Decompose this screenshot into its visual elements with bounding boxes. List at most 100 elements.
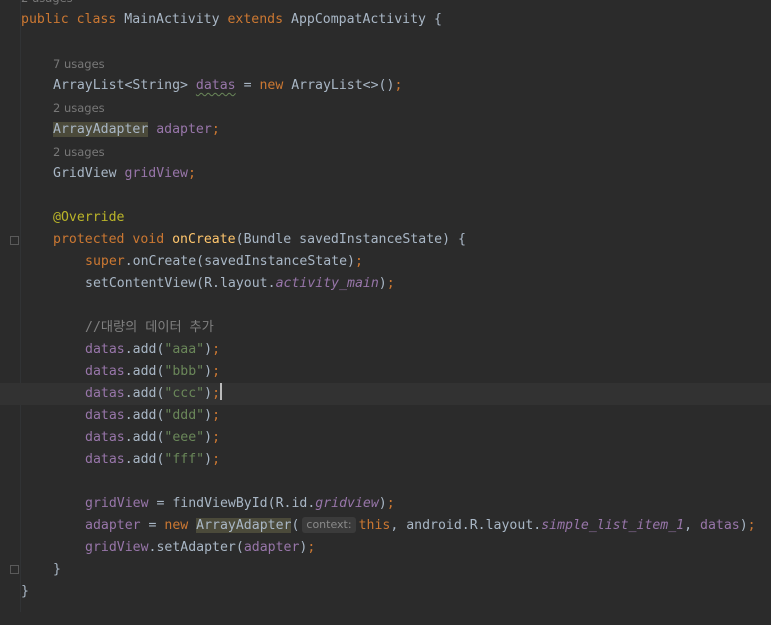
paren: ) <box>204 430 213 445</box>
code-line-adapter: ArrayAdapter adapter; <box>0 119 771 141</box>
semicolon: ; <box>747 518 756 533</box>
method-name: onCreate <box>172 232 236 247</box>
field-ref: gridView <box>85 496 149 511</box>
field-ref: datas <box>85 430 125 445</box>
semicolon: ; <box>212 342 221 357</box>
code-line-class: public class MainActivity extends AppCom… <box>0 9 771 31</box>
field-name: datas <box>195 78 236 93</box>
code-line-add: datas.add("aaa"); <box>0 339 771 361</box>
keyword: this <box>358 518 391 533</box>
paren: ) <box>204 452 213 467</box>
field-name: adapter <box>148 122 212 137</box>
semicolon: ; <box>212 386 221 401</box>
keyword: super <box>85 254 125 269</box>
semicolon: ; <box>212 364 221 379</box>
semicolon: ; <box>212 430 221 445</box>
operator: = <box>140 518 165 533</box>
class-name: MainActivity <box>124 12 220 27</box>
params: (Bundle savedInstanceState) { <box>235 232 466 247</box>
semicolon: ; <box>211 122 220 137</box>
field-ref: datas <box>85 452 125 467</box>
comment: //대량의 데이터 추가 <box>85 320 214 335</box>
method-call: .setAdapter( <box>148 540 244 555</box>
paren: ) <box>204 364 213 379</box>
paren: ( <box>291 518 300 533</box>
code-line-adapter-assign: adapter = new ArrayAdapter(context: this,… <box>0 515 771 537</box>
method-call: .add( <box>124 452 165 467</box>
raw-type-warning[interactable]: ArrayAdapter <box>53 122 149 137</box>
expression: = findViewById(R.id. <box>148 496 316 511</box>
text-caret <box>220 383 222 400</box>
keyword: extends <box>227 12 284 27</box>
expression: .onCreate(savedInstanceState) <box>124 254 355 269</box>
method-call: .add( <box>124 342 165 357</box>
semicolon: ; <box>212 408 221 423</box>
semicolon: ; <box>386 276 395 291</box>
brace: { <box>426 12 442 27</box>
method-call: .add( <box>124 430 165 445</box>
paren: ) <box>739 518 748 533</box>
expression: setContentView(R.layout. <box>85 276 276 291</box>
keyword: protected <box>53 232 125 247</box>
method-call: .add( <box>124 386 165 401</box>
code-line-add: datas.add("ddd"); <box>0 405 771 427</box>
usage-hint[interactable]: 2 usages <box>53 98 105 118</box>
field-ref: datas <box>85 408 125 423</box>
code-line-datas: ArrayList<String> datas = new ArrayList<… <box>0 75 771 97</box>
brace: } <box>21 584 29 599</box>
semicolon: ; <box>188 166 196 181</box>
keyword: class <box>76 12 117 27</box>
semicolon: ; <box>307 540 316 555</box>
semicolon: ; <box>386 496 395 511</box>
usage-hint[interactable]: 2 usages <box>53 142 105 162</box>
method-call: .add( <box>124 408 165 423</box>
static-field: simple_list_item_1 <box>541 518 685 533</box>
keyword: new <box>164 518 197 533</box>
paren: ) <box>378 276 387 291</box>
operator: = <box>235 78 260 93</box>
field-name: gridView <box>124 166 188 181</box>
field-ref: adapter <box>85 518 141 533</box>
usage-hint[interactable]: 7 usages <box>53 54 105 74</box>
field-ref: gridView <box>85 540 149 555</box>
usage-hint[interactable]: 2 usages <box>21 0 73 8</box>
field-ref: datas <box>700 518 740 533</box>
expression: ArrayList<>() <box>283 78 395 93</box>
code-line-close-class: } <box>0 581 771 603</box>
type: ArrayList<String> <box>53 78 196 93</box>
keyword: public <box>21 12 69 27</box>
brace: } <box>53 562 61 577</box>
annotation: @Override <box>53 210 125 225</box>
string-literal: "ddd" <box>164 408 205 423</box>
method-call: .add( <box>124 364 165 379</box>
semicolon: ; <box>212 452 221 467</box>
semicolon: ; <box>394 78 403 93</box>
code-line-override: @Override <box>0 207 771 229</box>
paren: ) <box>204 408 213 423</box>
code-line-comment: //대량의 데이터 추가 <box>0 317 771 339</box>
paren: ) <box>204 386 213 401</box>
code-line-findview: gridView = findViewById(R.id.gridview); <box>0 493 771 515</box>
type: GridView <box>53 166 125 181</box>
keyword: new <box>259 78 284 93</box>
parameter-hint: context: <box>302 517 356 533</box>
keyword: void <box>124 232 173 247</box>
code-line-add: datas.add("bbb"); <box>0 361 771 383</box>
code-line-super: super.onCreate(savedInstanceState); <box>0 251 771 273</box>
code-line-add: datas.add("fff"); <box>0 449 771 471</box>
field-ref: datas <box>85 386 125 401</box>
code-line-add: datas.add("eee"); <box>0 427 771 449</box>
code-line-close-method: } <box>0 559 771 581</box>
raw-type-warning[interactable]: ArrayAdapter <box>196 518 292 533</box>
comma: , <box>684 518 701 533</box>
field-ref: adapter <box>243 540 300 555</box>
string-literal: "ccc" <box>164 386 205 401</box>
field-ref: datas <box>85 364 125 379</box>
string-literal: "aaa" <box>164 342 205 357</box>
paren: ) <box>204 342 213 357</box>
string-literal: "fff" <box>164 452 205 467</box>
static-field: activity_main <box>275 276 379 291</box>
string-literal: "bbb" <box>164 364 205 379</box>
semicolon: ; <box>354 254 363 269</box>
code-line-setadapter: gridView.setAdapter(adapter); <box>0 537 771 559</box>
